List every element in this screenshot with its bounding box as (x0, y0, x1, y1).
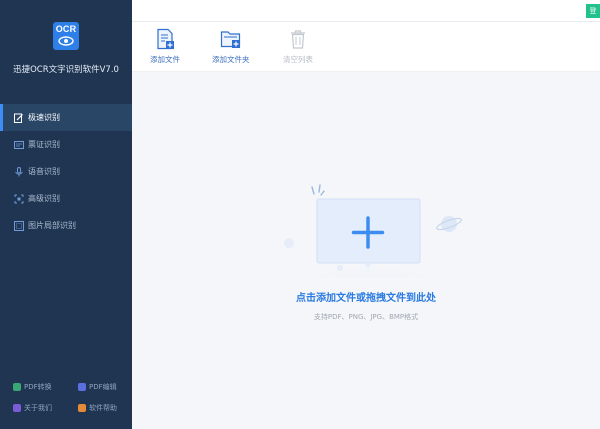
sidebar-item-label: 票证识别 (28, 140, 60, 149)
app-logo: OCR (53, 22, 79, 50)
supported-formats-text: 支持PDF、PNG、JPG、BMP格式 (313, 313, 419, 321)
trash-icon (291, 30, 305, 49)
clear-list-button[interactable]: 清空列表 (283, 28, 313, 65)
pdf-edit-icon (78, 383, 86, 391)
file-drop-zone[interactable]: 点击添加文件或拖拽文件到此处 支持PDF、PNG、JPG、BMP格式 (132, 72, 600, 429)
main-area: 点击添加文件或拖拽文件到此处 支持PDF、PNG、JPG、BMP格式 (132, 72, 600, 429)
title-bar: 登 (132, 0, 600, 22)
app-title: 迅捷OCR文字识别软件V7.0 (13, 65, 119, 75)
eye-icon (58, 36, 74, 46)
add-folder-icon (220, 31, 240, 48)
voice-icon (15, 166, 23, 176)
add-file-label: 添加文件 (150, 55, 180, 64)
sidebar-item-label: 高级识别 (28, 194, 60, 203)
sidebar-item-voice[interactable]: 语音识别 (0, 158, 132, 185)
about-link[interactable]: 关于我们 (13, 403, 52, 413)
add-file-button[interactable]: 添加文件 (150, 28, 180, 65)
sidebar-item-ticket[interactable]: 票证识别 (0, 131, 132, 158)
sidebar-item-label: 语音识别 (28, 167, 60, 176)
footer-link-label: 软件帮助 (89, 404, 117, 412)
help-icon (78, 404, 86, 412)
sidebar: OCR 迅捷OCR文字识别软件V7.0 极速识别 票证识别 语音识别 高级识别 … (0, 0, 132, 429)
login-button[interactable]: 登 (586, 4, 600, 18)
clear-list-label: 清空列表 (283, 55, 313, 64)
sidebar-item-advanced[interactable]: 高级识别 (0, 185, 132, 212)
about-icon (13, 404, 21, 412)
pdf-convert-icon (13, 383, 21, 391)
add-folder-button[interactable]: 添加文件夹 (212, 28, 250, 65)
quick-recognize-icon (14, 113, 23, 123)
pdf-convert-link[interactable]: PDF转换 (13, 382, 52, 392)
ticket-icon (14, 140, 24, 149)
sidebar-nav: 极速识别 票证识别 语音识别 高级识别 图片局部识别 (0, 104, 132, 239)
pdf-edit-link[interactable]: PDF编辑 (78, 382, 117, 392)
drop-zone-title: 点击添加文件或拖拽文件到此处 (296, 293, 436, 304)
partial-image-icon (14, 220, 24, 231)
add-folder-label: 添加文件夹 (212, 55, 250, 64)
sidebar-item-label: 极速识别 (28, 113, 60, 122)
toolbar: 添加文件 添加文件夹 清空列表 (132, 22, 600, 72)
advanced-icon (14, 194, 24, 203)
footer-link-label: PDF转换 (24, 383, 52, 391)
sidebar-item-label: 图片局部识别 (28, 221, 76, 230)
upload-illustration (272, 184, 472, 277)
sidebar-item-quick-recognize[interactable]: 极速识别 (0, 104, 132, 131)
help-link[interactable]: 软件帮助 (78, 403, 117, 413)
footer-link-label: 关于我们 (24, 404, 52, 412)
sidebar-item-partial-image[interactable]: 图片局部识别 (0, 212, 132, 239)
add-file-icon (157, 28, 174, 50)
logo-text: OCR (55, 24, 77, 34)
footer-link-label: PDF编辑 (89, 383, 117, 391)
